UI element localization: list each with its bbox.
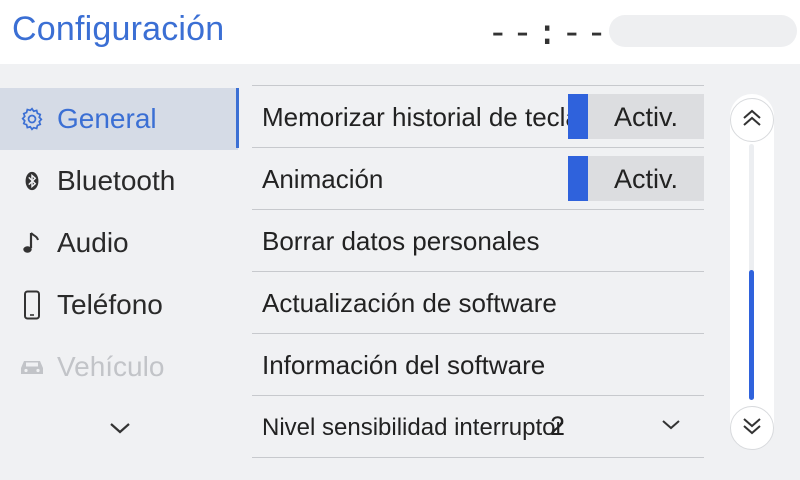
setting-row-switch-sensitivity[interactable]: Nivel sensibilidad interruptor 2 [252,395,704,458]
sidebar-item-vehiculo[interactable]: Vehículo [0,336,238,398]
gear-icon [18,105,46,133]
scroll-up-button[interactable] [730,98,774,142]
setting-row-animation[interactable]: Animación Activ. [252,147,704,210]
setting-row-delete-personal-data[interactable]: Borrar datos personales [252,209,704,272]
music-note-icon [18,229,46,257]
sidebar-item-label: General [57,103,157,134]
setting-label: Animación [262,164,384,194]
sidebar-item-general[interactable]: General [0,88,238,150]
scrollbar[interactable] [730,94,774,450]
scroll-down-button[interactable] [730,406,774,450]
car-icon [18,353,46,381]
chevron-down-icon[interactable] [106,414,134,442]
setting-row-software-info[interactable]: Información del software [252,333,704,396]
setting-row-keyboard-history[interactable]: Memorizar historial de teclado Activ. [252,85,704,148]
clock-display: --:-- [487,12,611,53]
setting-label: Memorizar historial de teclado [262,102,609,132]
sidebar-item-label: Bluetooth [57,165,176,196]
header-bar: Configuración --:-- [0,0,800,64]
bluetooth-icon [18,167,46,195]
sidebar: General Bluetooth Audio Teléfono Vehícul… [0,64,240,480]
active-indicator [236,88,239,148]
page-title: Configuración [12,10,225,48]
setting-label: Información del software [262,350,546,380]
keyboard-history-toggle[interactable]: Activ. [568,94,704,139]
sidebar-item-label: Audio [57,227,129,258]
setting-label: Nivel sensibilidad interruptor [262,414,564,441]
phone-icon [18,290,46,320]
double-chevron-down-icon [740,414,764,443]
animation-toggle[interactable]: Activ. [568,156,704,201]
sidebar-item-telefono[interactable]: Teléfono [0,274,238,336]
status-pill [609,15,797,47]
setting-label: Actualización de software [262,288,557,318]
sensitivity-value: 2 [550,411,566,441]
setting-row-software-update[interactable]: Actualización de software [252,271,704,334]
toggle-label: Activ. [614,164,679,194]
double-chevron-up-icon [740,106,764,135]
sidebar-item-label: Teléfono [57,289,163,320]
scroll-thumb[interactable] [749,270,754,400]
toggle-indicator [568,94,588,139]
chevron-down-icon[interactable] [658,412,684,438]
toggle-label: Activ. [614,102,679,132]
toggle-indicator [568,156,588,201]
sidebar-item-bluetooth[interactable]: Bluetooth [0,150,238,212]
setting-label: Borrar datos personales [262,226,540,256]
sidebar-item-label: Vehículo [57,351,165,382]
sidebar-item-audio[interactable]: Audio [0,212,238,274]
